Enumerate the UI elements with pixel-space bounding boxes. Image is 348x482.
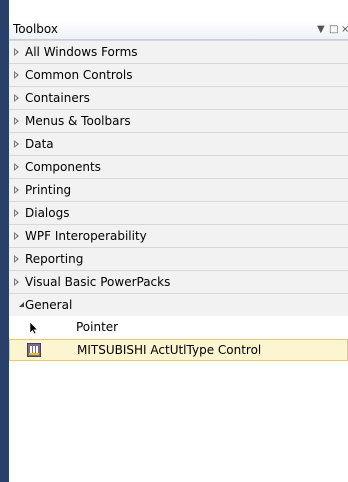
category-common-controls[interactable]: Common Controls [9,63,348,86]
expand-triangle-icon [14,278,19,286]
category-label: Components [25,160,101,174]
expand-triangle-icon [14,94,19,102]
expand-triangle-icon [14,163,19,171]
category-label: WPF Interoperability [25,229,147,243]
category-label: All Windows Forms [25,45,138,59]
collapse-triangle-icon [14,302,24,307]
category-wpf-interoperability[interactable]: WPF Interoperability [9,224,348,247]
toolbox-titlebar[interactable]: Toolbox ▼ □ × [9,20,348,40]
category-general[interactable]: General [9,293,348,316]
dropdown-icon[interactable]: ▼ [317,20,325,39]
toolbox-item-mitsubishi-actutltype-control[interactable]: MITSUBISHI ActUtlType Control [9,339,348,361]
category-data[interactable]: Data [9,132,348,155]
category-all-windows-forms[interactable]: All Windows Forms [9,40,348,63]
category-reporting[interactable]: Reporting [9,247,348,270]
category-label: Printing [25,183,72,197]
category-dialogs[interactable]: Dialogs [9,201,348,224]
toolbox-window: Toolbox ▼ □ × All Windows Forms Common C… [0,0,348,482]
toolbox-item-pointer[interactable]: Pointer [9,317,348,339]
category-label: Data [25,137,54,151]
category-printing[interactable]: Printing [9,178,348,201]
category-label: General [25,298,73,312]
category-components[interactable]: Components [9,155,348,178]
control-component-icon [27,343,41,357]
toolbox-title: Toolbox [13,22,58,36]
category-label: Menus & Toolbars [25,114,131,128]
category-label: Reporting [25,252,84,266]
left-docking-edge [0,0,9,482]
expand-triangle-icon [14,255,19,263]
item-label: Pointer [76,320,119,334]
expand-triangle-icon [14,48,19,56]
expand-triangle-icon [14,71,19,79]
category-containers[interactable]: Containers [9,86,348,109]
expand-triangle-icon [14,232,19,240]
expand-triangle-icon [14,117,19,125]
category-menus-toolbars[interactable]: Menus & Toolbars [9,109,348,132]
category-visual-basic-powerpacks[interactable]: Visual Basic PowerPacks [9,270,348,293]
category-label: Containers [25,91,90,105]
expand-triangle-icon [14,140,19,148]
close-icon[interactable]: × [341,20,348,39]
category-label: Visual Basic PowerPacks [25,275,171,289]
toolbox-panel: All Windows Forms Common Controls Contai… [9,40,348,482]
pointer-arrow-icon [29,321,39,335]
expand-triangle-icon [14,209,19,217]
top-strip [0,0,348,20]
maximize-icon[interactable]: □ [329,20,338,39]
category-label: Common Controls [25,68,133,82]
category-label: Dialogs [25,206,70,220]
expand-triangle-icon [14,186,19,194]
item-label: MITSUBISHI ActUtlType Control [77,343,262,357]
